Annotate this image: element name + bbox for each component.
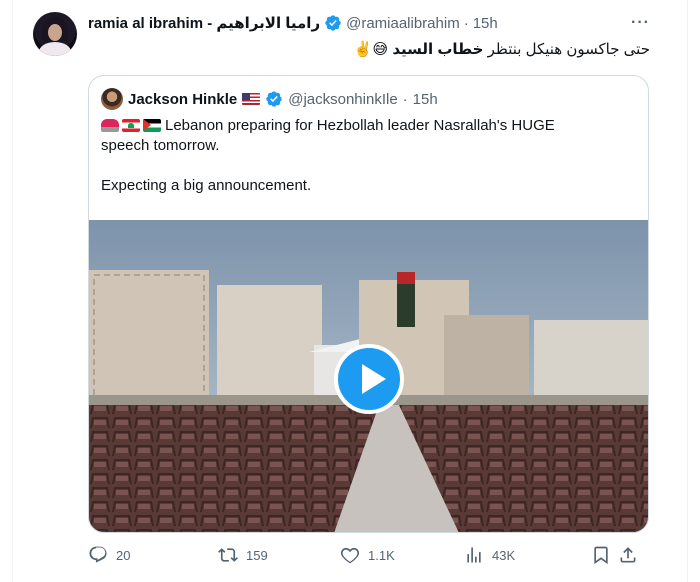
verified-badge-icon [266,91,282,107]
lebanon-flag-icon [122,119,140,132]
quoted-author-handle: @jacksonhinkIle [288,90,398,108]
share-button[interactable] [618,545,638,565]
tweet-text-bold: خطاب السيد [392,41,484,58]
quoted-text-line3: Expecting a big announcement. [101,177,312,194]
quoted-text-line1: Lebanon preparing for Hezbollah leader N… [165,117,555,134]
quoted-author-avatar [101,88,123,110]
flag-emoji-group [101,119,161,132]
views-count: 43K [492,547,516,563]
tweet-header: ramia al ibrahim - راميا الابراهيم @rami… [88,14,498,33]
quoted-author-name: Jackson Hinkle [128,90,238,108]
bookmark-icon [594,546,608,565]
heart-icon [340,547,360,564]
separator-dot: · [463,14,469,32]
us-flag-icon [242,93,261,105]
tweet-text-plain: حتى جاكسون هنيكل بنتظر [483,41,650,58]
like-button[interactable]: 1.1K [340,545,395,565]
verified-badge-icon [325,15,341,31]
palestine-flag-icon [143,119,161,132]
views-button[interactable]: 43K [464,545,515,565]
quoted-tweet-card[interactable]: Jackson Hinkle @jacksonhinkIle · 15h Leb… [88,75,649,533]
video-player[interactable] [89,220,648,532]
tweet-actions-bar: 20 159 1.1K 43K [88,545,636,571]
author-handle[interactable]: @ramiaalibrahim [346,15,460,32]
author-avatar[interactable] [33,12,77,56]
tweet-emoji: 😅✌️ [353,41,389,58]
retweet-icon [218,548,238,562]
reply-icon [89,546,107,563]
tweet-timestamp[interactable]: 15h [473,15,498,32]
quoted-text-line2: speech tomorrow. [101,137,220,154]
quoted-timestamp: 15h [412,90,438,108]
retweet-count: 159 [246,547,268,563]
analytics-icon [467,547,481,563]
author-display-name[interactable]: ramia al ibrahim - راميا الابراهيم [88,14,320,32]
siren-icon [101,119,119,132]
reply-count: 20 [116,547,131,563]
reply-button[interactable]: 20 [88,545,130,565]
tweet-text: حتى جاكسون هنيكل بنتظر خطاب السيد 😅✌️ [354,40,650,60]
separator-dot: · [402,90,408,108]
play-button[interactable] [334,344,404,414]
bookmark-button[interactable] [591,545,611,565]
more-horizontal-icon[interactable]: ··· [631,14,650,32]
share-icon [620,547,636,563]
quoted-tweet-header: Jackson Hinkle @jacksonhinkIle · 15h [101,88,438,110]
quoted-tweet-text: Lebanon preparing for Hezbollah leader N… [101,116,631,196]
like-count: 1.1K [368,547,395,563]
retweet-button[interactable]: 159 [218,545,268,565]
